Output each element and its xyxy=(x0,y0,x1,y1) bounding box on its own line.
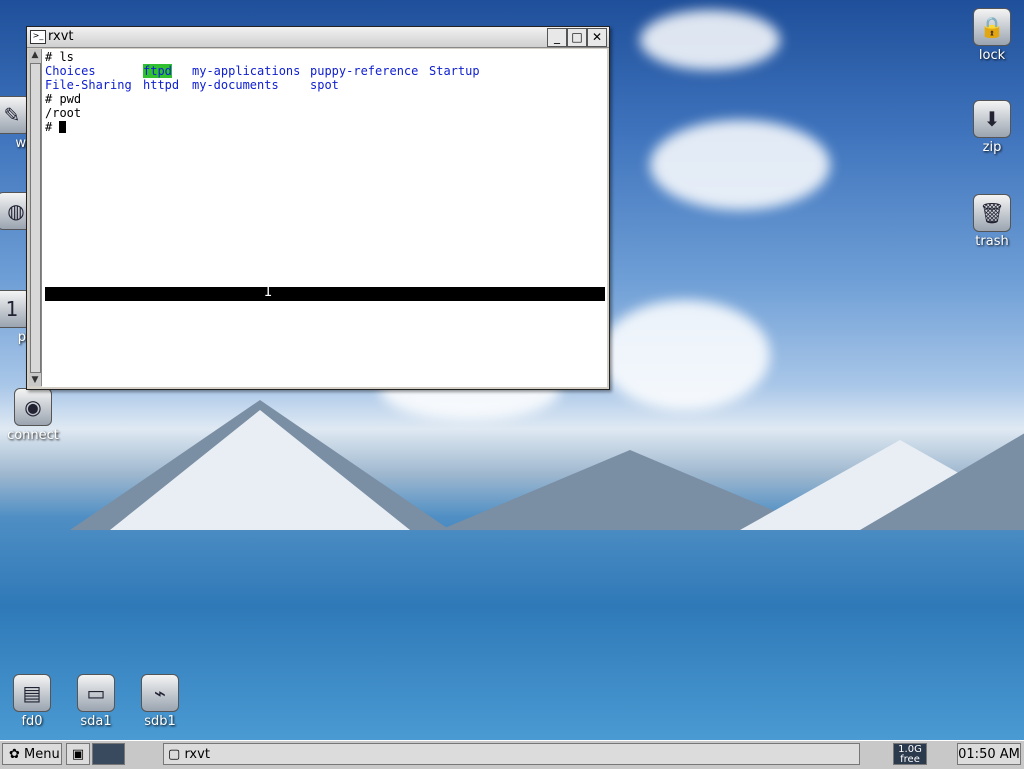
desktop-icon-label: trash xyxy=(975,234,1009,249)
dir-entry: spot xyxy=(310,78,339,92)
task-button-rxvt[interactable]: ▢ rxvt xyxy=(163,743,860,765)
trash-icon: 🗑 xyxy=(973,194,1011,232)
desktop-icon: ▣ xyxy=(71,747,85,762)
desktop-icon-sda1[interactable]: ▭ sda1 xyxy=(64,674,128,729)
terminal-area[interactable]: # ls Choices ftpd my-applications puppy-ref… xyxy=(42,49,607,387)
dir-entry: my-applications xyxy=(192,64,301,78)
show-desktop-button[interactable]: ▣ xyxy=(66,743,90,765)
desktop-icon-label: fd0 xyxy=(21,714,43,729)
terminal-line: # ls xyxy=(45,50,74,64)
minimize-button[interactable]: _ xyxy=(547,28,567,47)
text-cursor xyxy=(59,121,67,133)
menu-button[interactable]: ✿ Menu xyxy=(2,743,62,765)
desktop-icon-label: zip xyxy=(982,140,1002,155)
free-space-indicator[interactable]: 1.0G free xyxy=(893,743,927,765)
mountain xyxy=(110,410,410,530)
dir-entry: puppy-reference xyxy=(310,64,419,78)
desktop-icon-label: lock xyxy=(978,48,1006,63)
lock-icon: 🔒 xyxy=(973,8,1011,46)
dir-entry: Startup xyxy=(429,64,480,78)
terminal-line: /root xyxy=(45,106,82,120)
terminal-prompt: # xyxy=(45,120,60,134)
zip-icon: ⬇ xyxy=(973,100,1011,138)
workspace-pager[interactable] xyxy=(92,743,125,765)
dir-entry: my-documents xyxy=(192,78,279,92)
dir-entry: httpd xyxy=(143,78,180,92)
globe-network-icon: ◉ xyxy=(14,388,52,426)
terminal-icon[interactable]: >_ xyxy=(30,30,46,44)
window-titlebar[interactable]: >_ rxvt _ □ ✕ xyxy=(27,27,609,48)
cloud xyxy=(600,300,770,410)
mountain xyxy=(860,430,1024,530)
cloud xyxy=(650,120,830,210)
desktop-icon-label: sda1 xyxy=(80,714,112,729)
menu-label: Menu xyxy=(24,747,60,762)
close-button[interactable]: ✕ xyxy=(587,28,607,47)
scroll-up-icon[interactable]: ▲ xyxy=(29,49,41,61)
desktop-icon-connect[interactable]: ◉ connect xyxy=(1,388,65,443)
terminal-scrollbar[interactable]: ▲ ▼ xyxy=(29,49,42,386)
clock[interactable]: 01:50 AM xyxy=(957,743,1021,765)
desktop-icon-trash[interactable]: 🗑 trash xyxy=(960,194,1024,249)
dir-entry: File-Sharing xyxy=(45,78,132,92)
ibeam-cursor-icon: I xyxy=(264,284,273,300)
selection-bar xyxy=(45,287,605,301)
dir-entry: Choices xyxy=(45,64,96,78)
cloud xyxy=(640,10,780,70)
dir-entry: ftpd xyxy=(143,64,172,78)
taskbar: ✿ Menu ▣ ▢ rxvt 1.0G free 01:50 AM xyxy=(0,740,1024,769)
desktop-icon-label: sdb1 xyxy=(144,714,176,729)
desktop-icon-lock[interactable]: 🔒 lock xyxy=(960,8,1024,63)
terminal-icon: ▢ xyxy=(168,747,181,762)
puppy-menu-icon: ✿ xyxy=(9,747,20,762)
desktop-icon-sdb1[interactable]: ⌁ sdb1 xyxy=(128,674,192,729)
free-space-label: free xyxy=(900,754,920,765)
maximize-button[interactable]: □ xyxy=(567,28,587,47)
hard-drive-icon: ▭ xyxy=(77,674,115,712)
desktop-icon-fd0[interactable]: ▤ fd0 xyxy=(0,674,64,729)
desktop: 🔒 lock ⬇ zip 🗑 trash ✎ w ◍ bro 1 p ◉ con… xyxy=(0,0,1024,740)
scrollbar-thumb[interactable] xyxy=(30,63,41,373)
desktop-icon-label: connect xyxy=(7,428,59,443)
desktop-icon-zip[interactable]: ⬇ zip xyxy=(960,100,1024,155)
task-label: rxvt xyxy=(184,747,210,762)
rxvt-window[interactable]: >_ rxvt _ □ ✕ ▲ ▼ # ls Choices ftpd my-app… xyxy=(26,26,610,390)
terminal-line: # pwd xyxy=(45,92,82,106)
window-title: rxvt xyxy=(48,29,74,44)
scroll-down-icon[interactable]: ▼ xyxy=(29,374,41,386)
floppy-icon: ▤ xyxy=(13,674,51,712)
usb-drive-icon: ⌁ xyxy=(141,674,179,712)
terminal-prompt-line: # xyxy=(45,120,67,134)
